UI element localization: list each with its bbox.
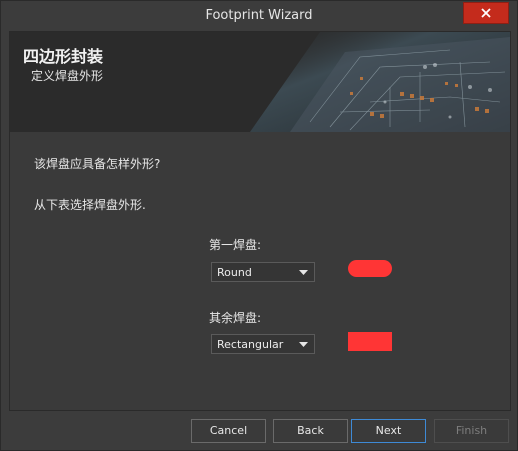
first-pad-label: 第一焊盘: xyxy=(209,238,262,252)
close-icon xyxy=(481,8,491,18)
chevron-down-icon xyxy=(299,342,308,347)
header-banner: 四边形封装 定义焊盘外形 xyxy=(10,32,510,132)
chevron-down-icon xyxy=(299,270,308,275)
question-text: 该焊盘应具备怎样外形? xyxy=(34,157,161,171)
back-button[interactable]: Back xyxy=(273,419,348,443)
other-pads-shape-select[interactable]: Rectangular xyxy=(211,334,315,354)
finish-button[interactable]: Finish xyxy=(434,419,509,443)
pcb-banner-image xyxy=(250,32,510,132)
wizard-content: 四边形封装 定义焊盘外形 该焊盘应具备怎样外形? 从下表选择焊盘外形. 第一焊盘… xyxy=(9,31,511,411)
instruction-text: 从下表选择焊盘外形. xyxy=(34,198,146,212)
wizard-window: Footprint Wizard 四边形封装 定义焊盘外形 该焊盘应具备怎样外形… xyxy=(0,0,518,451)
page-subtitle: 定义焊盘外形 xyxy=(31,69,104,83)
page-title: 四边形封装 xyxy=(23,47,104,66)
title-bar: Footprint Wizard xyxy=(1,1,517,31)
next-button[interactable]: Next xyxy=(351,419,426,443)
close-button[interactable] xyxy=(463,2,509,24)
other-pads-preview xyxy=(348,332,392,351)
first-pad-preview xyxy=(348,260,392,277)
other-pads-label: 其余焊盘: xyxy=(209,311,262,325)
cancel-button[interactable]: Cancel xyxy=(191,419,266,443)
window-title: Footprint Wizard xyxy=(205,8,313,23)
first-pad-shape-value: Round xyxy=(217,266,252,279)
other-pads-shape-value: Rectangular xyxy=(217,338,284,351)
first-pad-shape-select[interactable]: Round xyxy=(211,262,315,282)
